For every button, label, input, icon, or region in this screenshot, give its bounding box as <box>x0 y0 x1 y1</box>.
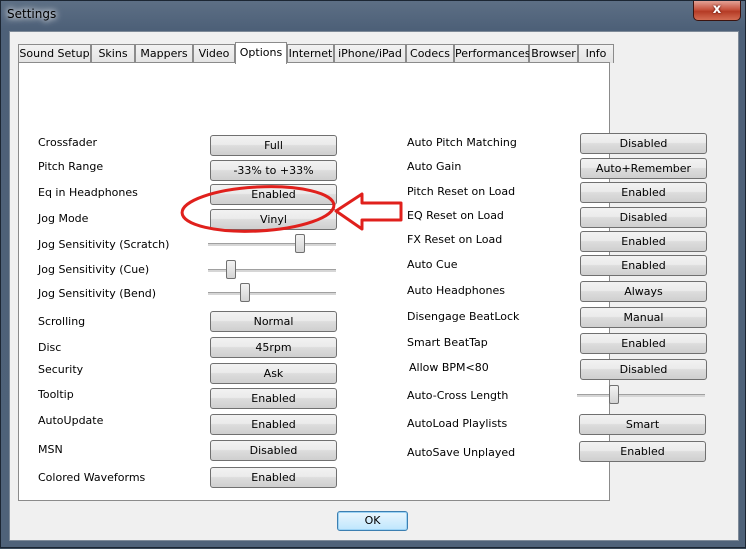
highlight-ellipse <box>180 185 336 233</box>
red-annotation <box>180 185 403 233</box>
settings-window: Settings x Sound Setup Skins Mappers Vid… <box>0 0 746 548</box>
pointer-arrow-icon <box>334 192 403 231</box>
tab-options[interactable]: Options <box>235 42 287 64</box>
